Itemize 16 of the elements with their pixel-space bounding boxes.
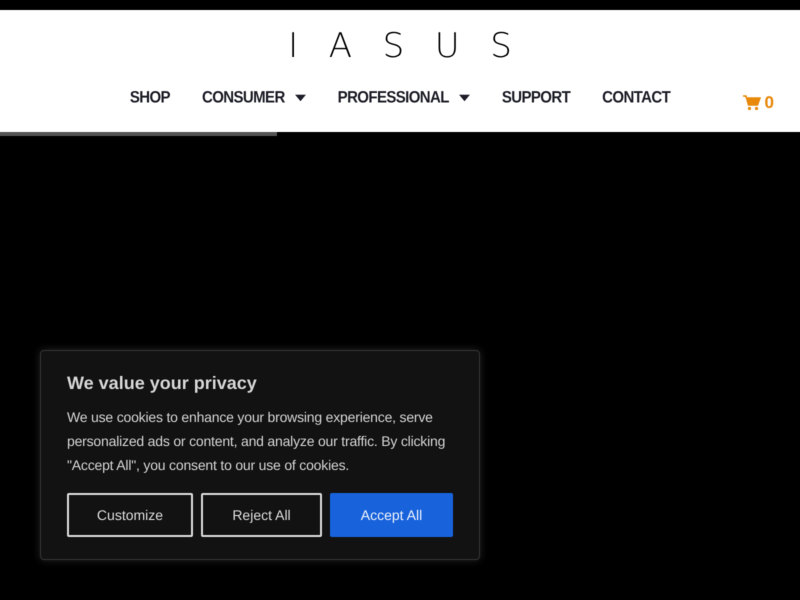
- caret-icon: [458, 94, 470, 102]
- nav-label: PROFESSIONAL: [338, 86, 449, 109]
- nav-label: CONSUMER: [202, 86, 285, 109]
- banner-title: We value your privacy: [67, 372, 258, 395]
- nav-link[interactable]: CONTACT: [602, 86, 670, 110]
- cookie-button[interactable]: Accept All: [330, 493, 453, 537]
- site-logo[interactable]: IASUS: [258, 26, 542, 66]
- cart-icon: [742, 94, 761, 111]
- nav-link[interactable]: CONSUMER: [202, 86, 306, 110]
- banner-text: We use cookies to enhance your browsing experience, serve personalized ads or content, and analyze our traffic. By clicking "Accept All", you consent to our use of cookies.: [67, 408, 446, 475]
- cookie-button[interactable]: Customize: [67, 493, 193, 537]
- nav-link[interactable]: SUPPORT: [502, 86, 570, 110]
- caret-icon: [294, 94, 306, 102]
- cookie-button[interactable]: Reject All: [201, 493, 322, 537]
- nav-link[interactable]: SHOP: [130, 86, 170, 110]
- nav-link[interactable]: PROFESSIONAL: [338, 86, 470, 110]
